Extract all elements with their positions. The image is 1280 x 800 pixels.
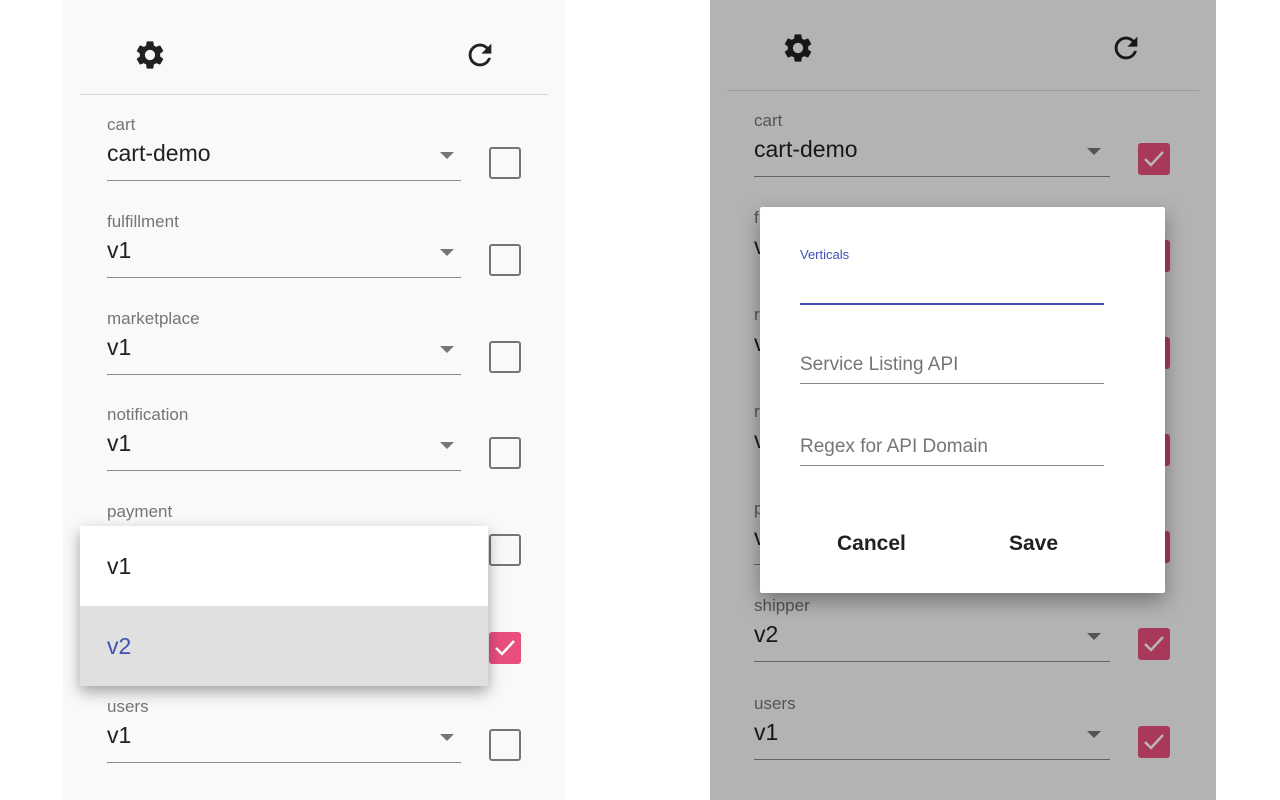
menu-option-selected[interactable]: v2 <box>80 606 488 686</box>
select-label: fulfillment <box>107 212 179 231</box>
select-underline <box>107 470 461 471</box>
cancel-button[interactable]: Cancel <box>837 532 906 556</box>
checkbox[interactable] <box>489 729 521 761</box>
toolbar-divider <box>80 94 548 95</box>
select-underline <box>107 277 461 278</box>
checkbox[interactable] <box>489 437 521 469</box>
left-panel: cart cart-demo fulfillment v1 marketplac… <box>63 0 565 800</box>
save-button[interactable]: Save <box>1009 532 1058 556</box>
menu-option[interactable]: v1 <box>80 526 488 606</box>
select-row-notification: notification v1 <box>107 405 527 501</box>
select-row-fulfillment: fulfillment v1 <box>107 212 527 308</box>
service-listing-underline <box>800 383 1104 384</box>
checkbox[interactable] <box>489 534 521 566</box>
select-label: users <box>107 697 149 716</box>
refresh-icon[interactable] <box>463 38 497 72</box>
select-underline <box>107 374 461 375</box>
select-value[interactable]: v1 <box>107 237 131 264</box>
checkbox[interactable] <box>489 147 521 179</box>
service-listing-input[interactable]: Service Listing API <box>800 354 958 376</box>
select-row-cart: cart cart-demo <box>107 115 527 211</box>
toolbar <box>63 0 565 95</box>
select-value[interactable]: v1 <box>107 722 131 749</box>
select-underline <box>107 762 461 763</box>
select-label: cart <box>107 115 136 134</box>
select-underline <box>107 180 461 181</box>
checkbox[interactable] <box>489 341 521 373</box>
verticals-dialog: Verticals Service Listing API Regex for … <box>760 207 1165 593</box>
dropdown-menu: v1 v2 <box>80 526 488 686</box>
regex-input[interactable]: Regex for API Domain <box>800 436 988 458</box>
select-label: payment <box>107 502 173 521</box>
checkmark-icon <box>495 640 515 656</box>
verticals-label: Verticals <box>800 247 850 262</box>
select-value[interactable]: cart-demo <box>107 140 211 167</box>
caret-down-icon[interactable] <box>440 442 454 449</box>
select-row-marketplace: marketplace v1 <box>107 309 527 405</box>
select-value[interactable]: v1 <box>107 334 131 361</box>
gear-icon[interactable] <box>133 38 167 72</box>
right-panel: cart cart-demo f v r v r v p v shipper v… <box>710 0 1216 800</box>
caret-down-icon[interactable] <box>440 734 454 741</box>
verticals-input[interactable] <box>800 303 1104 305</box>
caret-down-icon[interactable] <box>440 249 454 256</box>
checkbox[interactable] <box>489 244 521 276</box>
select-label: marketplace <box>107 309 200 328</box>
regex-underline <box>800 465 1104 466</box>
select-label: notification <box>107 405 189 424</box>
select-value[interactable]: v1 <box>107 430 131 457</box>
caret-down-icon[interactable] <box>440 346 454 353</box>
checkbox-checked[interactable] <box>489 632 521 664</box>
select-row-users: users v1 <box>107 697 527 793</box>
caret-down-icon[interactable] <box>440 152 454 159</box>
